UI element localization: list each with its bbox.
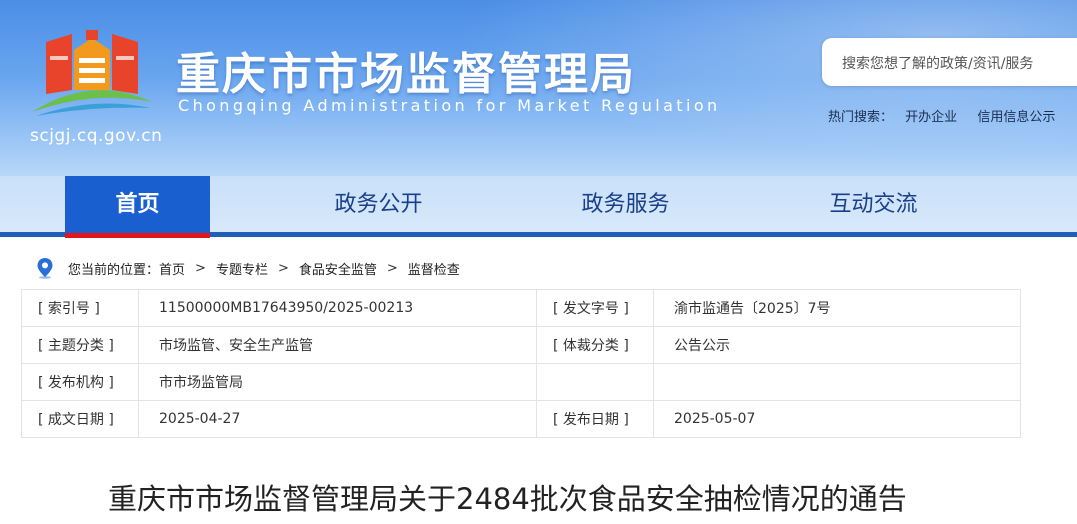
info-value-written-date: 2025-04-27: [138, 400, 537, 438]
info-label-written-date: [ 成文日期 ]: [21, 400, 139, 438]
info-value-publish-date: 2025-05-07: [653, 400, 1021, 438]
nav-item-gov-services[interactable]: 政务服务: [553, 176, 698, 234]
breadcrumb-item-home[interactable]: 首页: [159, 259, 185, 278]
info-empty-cell: [536, 363, 654, 401]
breadcrumb-item-food-safety[interactable]: 食品安全监管: [299, 259, 377, 278]
info-value-doc-number: 渝市监通告〔2025〕7号: [653, 289, 1021, 327]
table-row: [ 主题分类 ] 市场监管、安全生产监管 [ 体裁分类 ] 公告公示: [21, 326, 1021, 364]
breadcrumb-separator: >: [195, 260, 206, 276]
nav-item-home[interactable]: 首页: [65, 176, 210, 238]
site-domain: scjgj.cq.gov.cn: [30, 126, 163, 146]
table-row: [ 索引号 ] 11500000MB17643950/2025-00213 [ …: [21, 289, 1021, 327]
hot-search-link[interactable]: 开办企业: [905, 110, 957, 125]
breadcrumb-separator: >: [277, 260, 289, 276]
hot-search-link[interactable]: 信用信息公示: [977, 110, 1055, 125]
nav-item-gov-affairs[interactable]: 政务公开: [306, 176, 451, 234]
breadcrumb-item-topics[interactable]: 专题专栏: [216, 259, 268, 278]
info-empty-cell: [653, 363, 1021, 401]
article-title: 重庆市市场监督管理局关于2484批次食品安全抽检情况的通告: [108, 482, 907, 516]
document-info-table: [ 索引号 ] 11500000MB17643950/2025-00213 [ …: [21, 289, 1021, 438]
site-logo-icon[interactable]: [24, 20, 160, 126]
info-label-publisher: [ 发布机构 ]: [21, 363, 139, 401]
info-label-index: [ 索引号 ]: [21, 289, 139, 327]
site-title-english: Chongqing Administration for Market Regu…: [178, 96, 721, 115]
breadcrumb: 您当前的位置： 首页 > 专题专栏 > 食品安全监管 > 监督检查: [36, 256, 460, 280]
breadcrumb-item-inspection[interactable]: 监督检查: [408, 259, 460, 278]
nav-item-interaction[interactable]: 互动交流: [801, 176, 946, 234]
site-title[interactable]: 重庆市市场监督管理局: [176, 38, 636, 102]
info-value-index: 11500000MB17643950/2025-00213: [138, 289, 537, 327]
search-placeholder: 搜索您想了解的政策/资讯/服务: [842, 56, 1034, 72]
search-input[interactable]: 搜索您想了解的政策/资讯/服务: [822, 38, 1077, 86]
info-value-topic: 市场监管、安全生产监管: [138, 326, 537, 364]
info-label-doc-number: [ 发文字号 ]: [536, 289, 654, 327]
location-pin-icon: [37, 258, 53, 279]
hot-search-label: 热门搜索：: [828, 110, 894, 125]
breadcrumb-prefix: 您当前的位置：: [68, 262, 160, 278]
info-label-topic: [ 主题分类 ]: [21, 326, 139, 364]
table-row: [ 成文日期 ] 2025-04-27 [ 发布日期 ] 2025-05-07: [21, 400, 1021, 438]
hot-search: 热门搜索： 开办企业 信用信息公示: [828, 106, 1071, 125]
breadcrumb-separator: >: [386, 260, 398, 276]
info-label-genre: [ 体裁分类 ]: [536, 326, 654, 364]
table-row: [ 发布机构 ] 市市场监管局: [21, 363, 1021, 401]
info-value-publisher: 市市场监管局: [138, 363, 537, 401]
info-label-publish-date: [ 发布日期 ]: [536, 400, 654, 438]
site-header: scjgj.cq.gov.cn 重庆市市场监督管理局 Chongqing Adm…: [0, 0, 1077, 176]
info-value-genre: 公告公示: [653, 326, 1021, 364]
